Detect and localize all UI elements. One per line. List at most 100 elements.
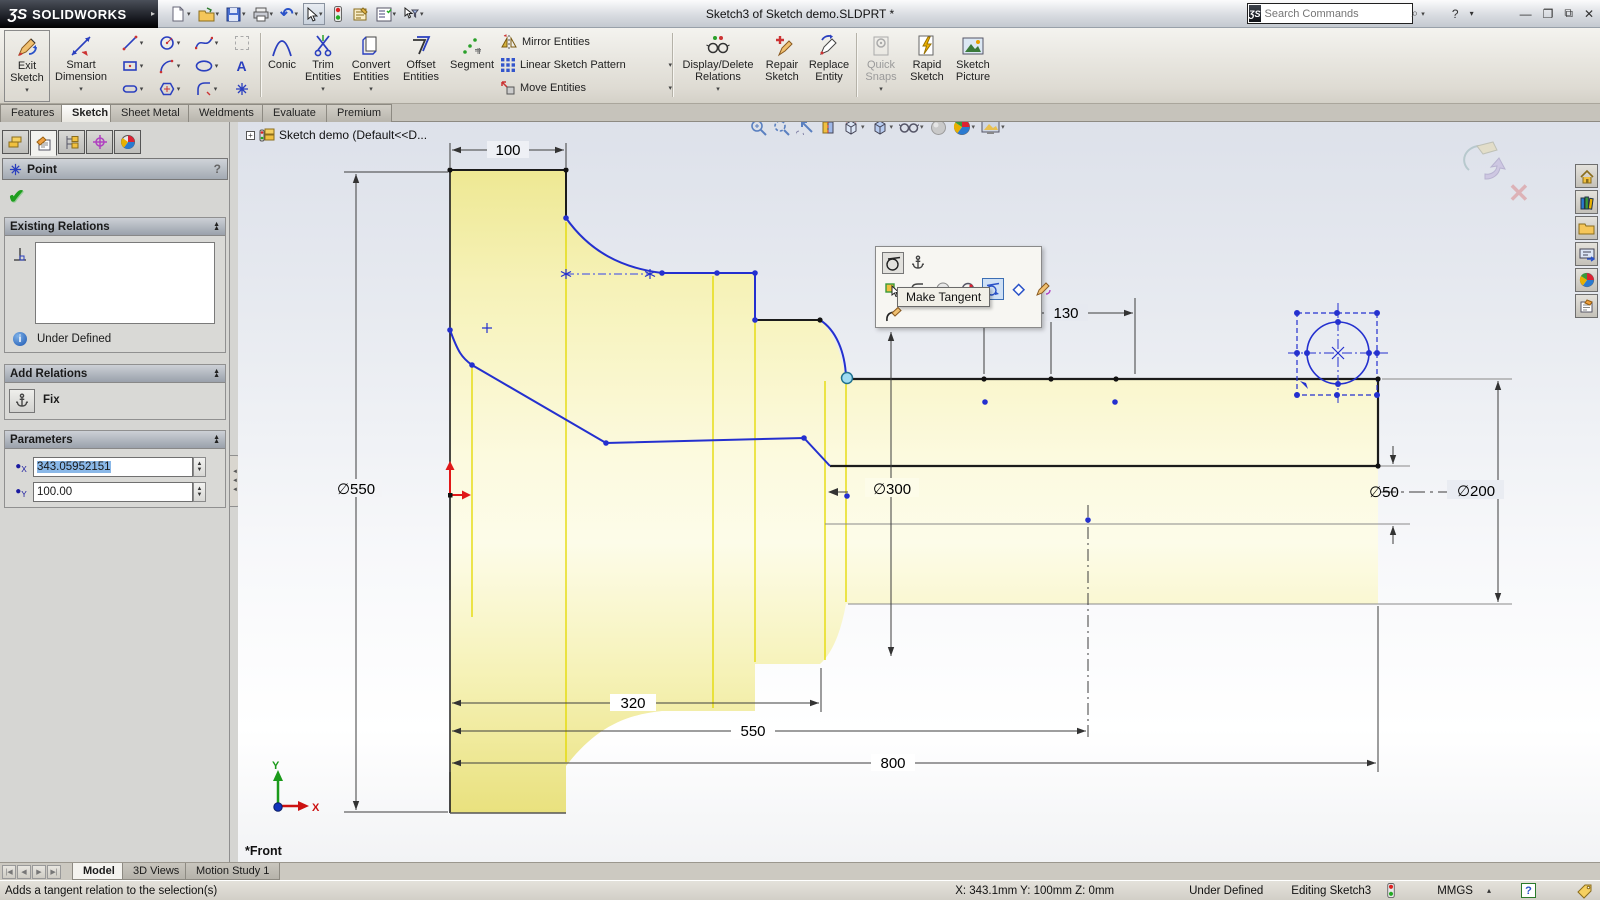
task-list-button[interactable]: ▾ bbox=[374, 3, 399, 25]
polygon-tool[interactable]: ▾ bbox=[151, 77, 188, 100]
rapid-sketch-button[interactable]: Rapid Sketch bbox=[906, 30, 948, 102]
propertymanager-tab[interactable] bbox=[30, 130, 57, 156]
tab-sheet-metal[interactable]: Sheet Metal bbox=[110, 104, 191, 122]
fix-button[interactable] bbox=[907, 252, 929, 274]
zoom-area-button[interactable] bbox=[773, 122, 790, 136]
slot-tool[interactable]: ▾ bbox=[114, 77, 151, 100]
doc-minimize-button[interactable]: ― bbox=[1516, 122, 1528, 124]
units-selector[interactable]: MMGS bbox=[1437, 885, 1473, 897]
quick-tips-icon[interactable]: ? bbox=[1521, 883, 1536, 898]
dimension-dia550[interactable]: ∅550 bbox=[330, 172, 448, 812]
custom-properties-tab[interactable] bbox=[1575, 294, 1598, 318]
print-button[interactable]: ▾ bbox=[251, 3, 276, 25]
spline-tool[interactable]: ▾ bbox=[188, 31, 225, 54]
collapse-chevron-icon[interactable]: ▲▲ bbox=[213, 370, 220, 378]
tab-features[interactable]: Features bbox=[0, 104, 65, 122]
fix-relation-button[interactable] bbox=[9, 389, 35, 413]
lights-button[interactable] bbox=[328, 3, 348, 25]
quick-snaps-button[interactable]: Quick Snaps ▾ bbox=[860, 30, 902, 102]
smart-dimension-button[interactable]: Smart Dimension ▾ bbox=[52, 30, 110, 102]
edit-sketch-button[interactable] bbox=[1032, 278, 1054, 300]
linear-pattern-button[interactable]: Linear Sketch Pattern ▾ bbox=[500, 55, 672, 75]
trim-entities-button[interactable]: Trim Entities ▾ bbox=[300, 30, 346, 102]
arc-tool[interactable]: ▾ bbox=[151, 54, 188, 77]
tab-evaluate[interactable]: Evaluate bbox=[262, 104, 327, 122]
tab-premium[interactable]: Premium bbox=[326, 104, 392, 122]
add-relations-header[interactable]: Add Relations ▲▲ bbox=[5, 365, 225, 383]
conic-button[interactable]: Conic bbox=[264, 30, 300, 102]
search-dropdown[interactable]: ▾ bbox=[1421, 10, 1425, 18]
convert-entities-button[interactable]: Convert Entities ▾ bbox=[346, 30, 396, 102]
3d-views-tab[interactable]: 3D Views bbox=[122, 863, 190, 880]
undo-button[interactable]: ↶▾ bbox=[278, 3, 300, 25]
line-tool[interactable]: ▾ bbox=[114, 31, 151, 54]
move-entities-button[interactable]: Move Entities ▾ bbox=[500, 78, 672, 98]
home-tab[interactable] bbox=[1575, 164, 1598, 188]
close-button[interactable]: ✕ bbox=[1584, 7, 1594, 21]
design-library-tab[interactable] bbox=[1575, 216, 1598, 240]
status-lights-icon[interactable] bbox=[1387, 883, 1395, 898]
appearances-button[interactable]: ▾ bbox=[953, 122, 976, 136]
scene-settings-button[interactable]: ▾ bbox=[981, 122, 1005, 135]
confirm-exit-sketch-icon[interactable] bbox=[1463, 140, 1509, 182]
new-document-button[interactable]: ▾ bbox=[168, 3, 193, 25]
collapse-chevron-icon[interactable]: ▲▲ bbox=[213, 223, 220, 231]
doc-pin-left-icon[interactable]: ⊡ bbox=[1476, 122, 1486, 124]
x-spinner[interactable]: ▲▼ bbox=[193, 457, 206, 477]
rectangle-tool[interactable]: ▾ bbox=[114, 54, 151, 77]
section-view-button[interactable] bbox=[820, 122, 836, 136]
segment-button[interactable]: Segment bbox=[446, 30, 498, 102]
text-tool[interactable]: A bbox=[225, 54, 258, 77]
dimension-100[interactable]: 100 bbox=[450, 141, 566, 167]
first-tab-button[interactable]: |◀ bbox=[2, 865, 16, 879]
search-icon[interactable]: ⌕ bbox=[1410, 6, 1421, 21]
logo-expand-arrow[interactable]: ▸ bbox=[151, 9, 155, 18]
existing-relations-header[interactable]: Existing Relations ▲▲ bbox=[5, 218, 225, 236]
sketch-picture-ghost-tool[interactable] bbox=[225, 31, 258, 54]
file-explorer-tab[interactable] bbox=[1575, 242, 1598, 266]
fillet-tool[interactable]: ▾ bbox=[188, 77, 225, 100]
zoom-fit-button[interactable] bbox=[750, 122, 767, 136]
appearances-tab[interactable] bbox=[1575, 268, 1598, 292]
feature-tree-root[interactable]: + Sketch demo (Default<<D... bbox=[246, 128, 427, 142]
relations-listbox[interactable] bbox=[35, 242, 215, 324]
search-commands-box[interactable]: ƷS ⌕ ▾ bbox=[1247, 3, 1413, 24]
featuremanager-tab[interactable] bbox=[2, 130, 29, 154]
display-style-button[interactable]: ▾ bbox=[871, 122, 894, 136]
options-button[interactable] bbox=[351, 3, 371, 25]
collapse-chevron-icon[interactable]: ▲▲ bbox=[213, 436, 220, 444]
last-tab-button[interactable]: ▶| bbox=[47, 865, 61, 879]
help-button[interactable]: ? bbox=[1452, 7, 1459, 21]
accept-button[interactable]: ✔ bbox=[8, 184, 25, 209]
repair-sketch-button[interactable]: Repair Sketch bbox=[760, 30, 804, 102]
tag-icon[interactable] bbox=[1576, 883, 1594, 899]
point-tool[interactable] bbox=[225, 77, 258, 100]
prev-tab-button[interactable]: ◀ bbox=[17, 865, 31, 879]
minimize-button[interactable]: ― bbox=[1520, 7, 1532, 21]
select-button[interactable]: ▾ bbox=[303, 3, 325, 25]
motion-study-tab[interactable]: Motion Study 1 bbox=[185, 863, 280, 880]
selected-sketch-point[interactable] bbox=[842, 373, 853, 384]
confirm-cancel-icon[interactable]: ✕ bbox=[1508, 178, 1530, 209]
erase-button[interactable] bbox=[1007, 278, 1029, 300]
mirror-entities-button[interactable]: Mirror Entities bbox=[500, 32, 672, 52]
doc-restore-button[interactable]: ❐ bbox=[1538, 122, 1549, 124]
doc-close-button[interactable]: ✕ bbox=[1559, 122, 1569, 124]
model-tab[interactable]: Model bbox=[72, 863, 126, 880]
parameters-header[interactable]: Parameters ▲▲ bbox=[5, 431, 225, 449]
next-tab-button[interactable]: ▶ bbox=[32, 865, 46, 879]
displaymanager-tab[interactable] bbox=[114, 130, 141, 154]
search-input[interactable] bbox=[1262, 8, 1410, 20]
selection-filter-button[interactable]: ▾ bbox=[401, 3, 426, 25]
x-coordinate-field[interactable]: 343.05952151 bbox=[33, 457, 193, 477]
exit-sketch-button[interactable]: Exit Sketch ▾ bbox=[4, 30, 50, 102]
previous-view-button[interactable] bbox=[796, 122, 814, 135]
panel-help-icon[interactable]: ? bbox=[214, 162, 221, 176]
offset-entities-button[interactable]: Offset Entities bbox=[398, 30, 444, 102]
restore-button[interactable]: ❐ bbox=[1543, 7, 1554, 21]
y-coordinate-field[interactable]: 100.00 bbox=[33, 482, 193, 502]
tab-weldments[interactable]: Weldments bbox=[188, 104, 265, 122]
y-spinner[interactable]: ▲▼ bbox=[193, 482, 206, 502]
help-dropdown[interactable]: ▾ bbox=[1470, 9, 1474, 18]
graphics-area[interactable]: 100 ∅550 130 ∅300 bbox=[238, 122, 1600, 862]
